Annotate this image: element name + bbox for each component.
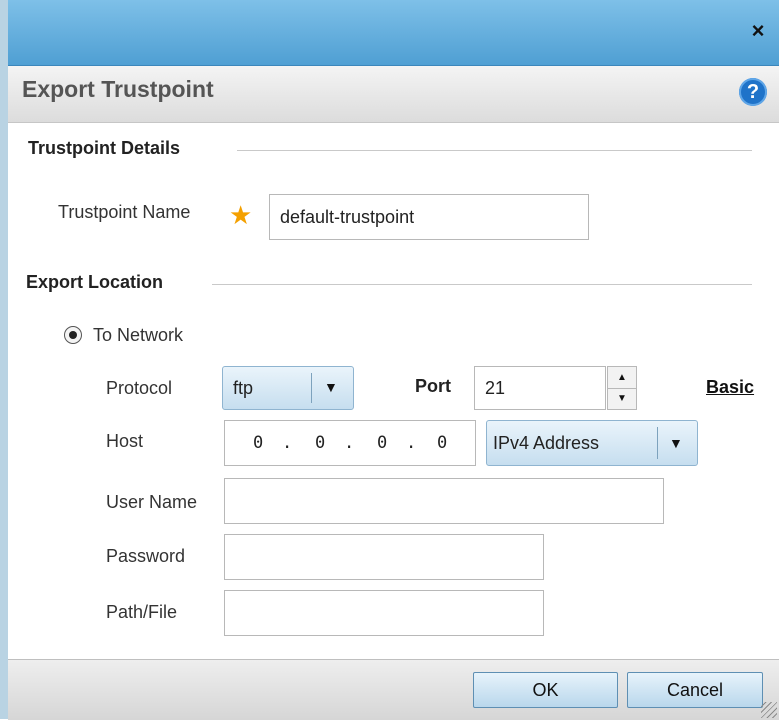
required-star-icon: ★ — [229, 200, 253, 230]
cancel-button[interactable]: Cancel — [627, 672, 763, 708]
dialog-titlebar[interactable]: × — [8, 0, 779, 66]
trustpoint-name-input[interactable] — [269, 194, 589, 240]
path-file-label: Path/File — [106, 602, 178, 622]
protocol-select[interactable]: ftp ▼ — [222, 366, 354, 410]
export-trustpoint-dialog: × Export Trustpoint ? Trustpoint Details… — [0, 0, 779, 720]
chevron-down-icon: ▼ — [669, 435, 683, 451]
password-label: Password — [106, 546, 186, 566]
path-file-input[interactable] — [224, 590, 544, 636]
basic-link[interactable]: Basic — [706, 377, 754, 398]
password-input[interactable] — [224, 534, 544, 580]
export-location-heading: Export Location — [26, 272, 164, 292]
trustpoint-name-label: Trustpoint Name — [58, 202, 191, 222]
dialog-header: Export Trustpoint ? — [8, 66, 779, 123]
address-type-value: IPv4 Address — [493, 433, 600, 453]
close-icon[interactable]: × — [747, 20, 769, 42]
protocol-value: ftp — [233, 378, 254, 398]
chevron-down-icon: ▼ — [324, 379, 338, 395]
host-label: Host — [106, 431, 144, 451]
port-spinner[interactable]: ▲ ▼ — [607, 366, 637, 410]
trustpoint-details-heading: Trustpoint Details — [28, 138, 181, 158]
dialog-footer: OK Cancel — [8, 659, 779, 720]
ip-dot: . — [406, 433, 417, 453]
select-divider — [657, 427, 658, 459]
protocol-label: Protocol — [106, 378, 173, 398]
ip-dot: . — [344, 433, 355, 453]
to-network-label: To Network — [93, 325, 184, 345]
ip-dot: . — [282, 433, 293, 453]
port-input[interactable] — [474, 366, 606, 410]
user-name-input[interactable] — [224, 478, 664, 524]
host-ip-input[interactable]: 0 . 0 . 0 . 0 — [224, 420, 476, 466]
ip-octet: 0 — [437, 433, 448, 453]
select-divider — [311, 373, 312, 403]
ip-octet: 0 — [377, 433, 388, 453]
help-icon[interactable]: ? — [739, 78, 767, 106]
dialog-title: Export Trustpoint — [22, 76, 214, 102]
resize-grip[interactable] — [761, 702, 777, 718]
ok-button[interactable]: OK — [473, 672, 618, 708]
spinner-up-icon[interactable]: ▲ — [608, 367, 636, 389]
dialog-left-border — [0, 0, 8, 719]
user-name-label: User Name — [106, 492, 198, 512]
spinner-down-icon[interactable]: ▼ — [608, 388, 636, 409]
section-divider — [212, 284, 752, 285]
section-divider — [237, 150, 752, 151]
address-type-select[interactable]: IPv4 Address ▼ — [486, 420, 698, 466]
ip-octet: 0 — [315, 433, 326, 453]
port-label: Port — [415, 376, 451, 396]
to-network-radio[interactable] — [64, 326, 82, 344]
ip-octet: 0 — [253, 433, 264, 453]
